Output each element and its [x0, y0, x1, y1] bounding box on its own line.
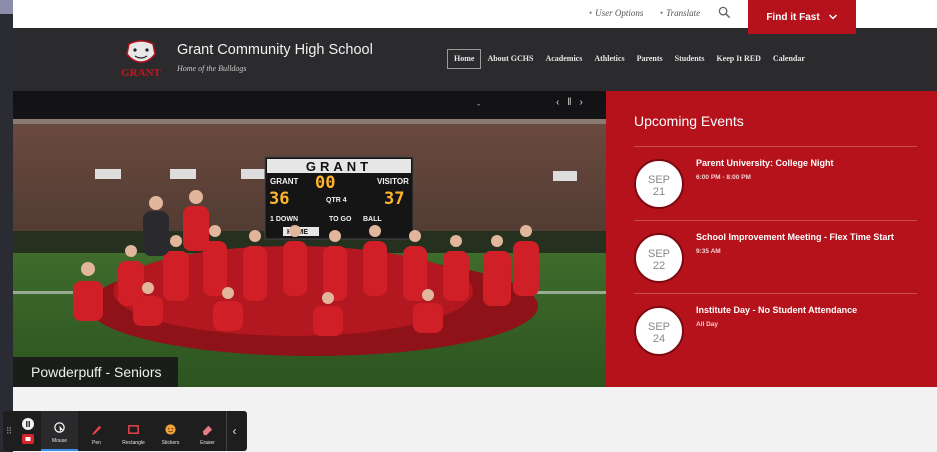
event-title-text: Parent University: College Night: [696, 158, 834, 168]
pen-tool[interactable]: Pen: [78, 411, 115, 451]
user-options-label: User Options: [595, 8, 644, 18]
rectangle-tool-label: Rectangle: [122, 440, 145, 446]
school-tagline: Home of the Bulldogs: [177, 64, 247, 73]
user-options-link[interactable]: • User Options: [589, 8, 643, 18]
upcoming-events-panel: Upcoming Events SEP 21 Parent University…: [606, 91, 937, 387]
collapse-toolbar-icon[interactable]: ‹: [226, 411, 242, 451]
events-title: Upcoming Events: [634, 113, 744, 129]
screen: • User Options • Translate Find it Fast GR…: [0, 0, 937, 452]
event-time: 9:35 AM: [696, 248, 721, 255]
eraser-tool[interactable]: Eraser: [189, 411, 226, 451]
nav-about-gchs[interactable]: About GCHS: [481, 49, 539, 69]
event-date-badge: SEP 24: [634, 306, 684, 356]
nav-home[interactable]: Home: [447, 49, 482, 69]
next-slide-icon[interactable]: ›: [579, 97, 582, 108]
recorder-controls: [15, 413, 41, 449]
nav-keep-it-red[interactable]: Keep It RED: [710, 49, 766, 69]
slide-caption: Powderpuff - Seniors: [13, 357, 178, 387]
annotation-toolbar: ⠿ Mouse Pen Rectangle Stickers Eraser ‹: [3, 411, 247, 451]
event-title-text: School Improvement Meeting - Flex Time S…: [696, 232, 894, 242]
school-name[interactable]: Grant Community High School: [177, 42, 373, 58]
event-time: All Day: [696, 321, 719, 328]
event-item[interactable]: SEP 21 Parent University: College Night …: [634, 146, 917, 220]
find-it-fast-label: Find it Fast: [766, 11, 820, 23]
site-header: GRANT Grant Community High School Home o…: [13, 28, 937, 91]
event-date-badge: SEP 21: [634, 159, 684, 209]
slideshow-controls: ‹ ǁ ›: [556, 97, 583, 108]
scoreboard-brand: GRANT: [306, 159, 372, 174]
event-month: SEP: [647, 321, 670, 333]
scoreboard-down: 1 DOWN: [270, 216, 298, 223]
logo-wordmark: GRANT: [121, 67, 161, 79]
find-it-fast-button[interactable]: Find it Fast: [748, 0, 856, 34]
rectangle-tool[interactable]: Rectangle: [115, 411, 152, 451]
scoreboard-home-score: 36: [269, 189, 289, 209]
event-title[interactable]: Parent University: College Night 6:00 PM…: [696, 157, 911, 184]
event-date-badge: SEP 22: [634, 233, 684, 283]
event-day: 22: [652, 260, 666, 272]
search-icon[interactable]: [718, 6, 731, 19]
svg-text:-: -: [477, 100, 480, 110]
translate-label: Translate: [666, 8, 701, 18]
sticker-icon: [165, 424, 176, 435]
cursor-icon: [54, 422, 65, 433]
event-item[interactable]: SEP 24 Institute Day - No Student Attend…: [634, 293, 917, 367]
event-title[interactable]: Institute Day - No Student Attendance Al…: [696, 304, 911, 331]
pause-record-icon[interactable]: [22, 418, 34, 430]
panel-tab[interactable]: [0, 0, 13, 14]
event-month: SEP: [647, 248, 670, 260]
scoreboard-home-label: GRANT: [270, 177, 299, 186]
mouse-tool-label: Mouse: [51, 438, 67, 444]
mouse-tool[interactable]: Mouse: [41, 411, 78, 451]
pause-icon[interactable]: ǁ: [567, 97, 571, 108]
hero-photo: GRANT GRANT VISITOR 00 36 37 QTR 4 1 DOW…: [13, 91, 606, 387]
scoreboard-to-go: TO GO: [329, 216, 352, 223]
stickers-tool-label: Stickers: [161, 440, 180, 446]
left-panel-strip: [0, 0, 13, 452]
event-item[interactable]: SEP 22 School Improvement Meeting - Flex…: [634, 220, 917, 294]
event-time: 6:00 PM - 8:00 PM: [696, 174, 751, 181]
drag-handle-icon[interactable]: ⠿: [3, 426, 15, 437]
bulldog-logo[interactable]: GRANT: [115, 38, 167, 80]
utility-bar: • User Options • Translate Find it Fast: [13, 0, 937, 34]
main-nav: Home About GCHS Academics Athletics Pare…: [447, 49, 811, 69]
scoreboard-clock: 00: [315, 173, 335, 193]
eraser-icon: [202, 425, 213, 436]
eraser-tool-label: Eraser: [200, 440, 215, 446]
hero-slideshow[interactable]: GRANT GRANT VISITOR 00 36 37 QTR 4 1 DOW…: [13, 91, 606, 387]
nav-academics[interactable]: Academics: [539, 49, 588, 69]
stickers-tool[interactable]: Stickers: [152, 411, 189, 451]
website-page: • User Options • Translate Find it Fast GR…: [13, 0, 937, 452]
nav-calendar[interactable]: Calendar: [767, 49, 811, 69]
event-day: 24: [652, 333, 666, 345]
scoreboard-visitor-label: VISITOR: [377, 177, 409, 186]
scoreboard: GRANT GRANT VISITOR 00 36 37 QTR 4 1 DOW…: [264, 156, 414, 240]
event-day: 21: [652, 186, 666, 198]
pen-icon: [92, 425, 102, 435]
nav-parents[interactable]: Parents: [631, 49, 669, 69]
chevron-down-icon: [828, 14, 837, 20]
rectangle-icon: [128, 425, 139, 434]
prev-slide-icon[interactable]: ‹: [556, 97, 559, 108]
pen-tool-label: Pen: [92, 440, 101, 446]
event-title-text: Institute Day - No Student Attendance: [696, 305, 858, 315]
event-title[interactable]: School Improvement Meeting - Flex Time S…: [696, 231, 911, 258]
event-month: SEP: [647, 174, 670, 186]
nav-students[interactable]: Students: [669, 49, 711, 69]
scoreboard-visitor-score: 37: [384, 189, 404, 209]
scoreboard-qtr: QTR 4: [326, 197, 347, 204]
nav-athletics[interactable]: Athletics: [588, 49, 630, 69]
scoreboard-ball: BALL: [363, 216, 382, 223]
translate-link[interactable]: • Translate: [660, 8, 700, 18]
